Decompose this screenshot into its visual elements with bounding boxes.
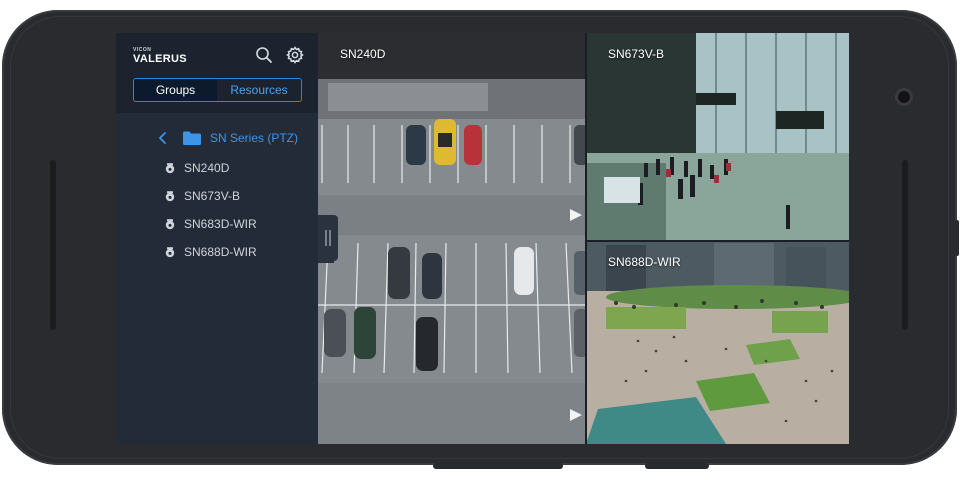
camera-label: SN683D-WIR	[184, 217, 257, 231]
tab-groups[interactable]: Groups	[133, 78, 218, 102]
video-tile-sn240d[interactable]: SN240D	[318, 33, 586, 444]
logo-brand: VALERUS	[133, 53, 187, 65]
camera-item-sn240d[interactable]: SN240D	[164, 159, 229, 177]
tile-label: SN688D-WIR	[608, 255, 681, 269]
gear-icon[interactable]	[285, 45, 305, 65]
sidebar-collapse-handle[interactable]	[318, 215, 338, 261]
camera-item-sn688d-wir[interactable]: SN688D-WIR	[164, 243, 257, 261]
camera-item-sn673v-b[interactable]: SN673V-B	[164, 187, 240, 205]
video-tile-sn673v-b[interactable]: SN673V-B	[586, 33, 849, 241]
drag-handle-icon	[325, 230, 331, 246]
video-tile-sn688d-wir[interactable]: SN688D-WIR	[586, 241, 849, 444]
airport-feed	[586, 33, 849, 241]
phone-volume-button	[433, 463, 563, 469]
folder-icon	[183, 131, 201, 145]
camera-icon	[165, 191, 175, 202]
camera-item-sn683d-wir[interactable]: SN683D-WIR	[164, 215, 257, 233]
app-screen: VICON VALERUS Groups Resources SN Series…	[116, 33, 849, 444]
parking-lot-feed	[318, 33, 586, 444]
tile-divider	[585, 33, 587, 444]
search-icon[interactable]	[254, 45, 274, 65]
chevron-left-icon[interactable]	[158, 131, 168, 145]
tile-label: SN240D	[340, 47, 386, 61]
camera-label: SN673V-B	[184, 189, 241, 203]
phone-power-button	[645, 463, 709, 469]
phone-speaker-right	[902, 160, 908, 330]
plaza-feed	[586, 241, 849, 444]
camera-icon	[165, 219, 175, 230]
sidebar: VICON VALERUS Groups Resources SN Series…	[116, 33, 318, 444]
camera-icon	[165, 247, 175, 258]
tab-resources[interactable]: Resources	[217, 78, 302, 102]
camera-label: SN240D	[184, 161, 230, 175]
camera-icon	[165, 163, 175, 174]
sidebar-header: VICON VALERUS Groups Resources	[116, 33, 318, 113]
folder-label: SN Series (PTZ)	[210, 131, 299, 145]
front-camera	[895, 88, 913, 106]
phone-side-button	[955, 220, 959, 256]
tile-divider	[586, 240, 849, 242]
camera-label: SN688D-WIR	[184, 245, 257, 259]
tile-label: SN673V-B	[608, 47, 665, 61]
folder-sn-series[interactable]: SN Series (PTZ)	[158, 128, 298, 148]
phone-speaker-left	[50, 160, 56, 330]
